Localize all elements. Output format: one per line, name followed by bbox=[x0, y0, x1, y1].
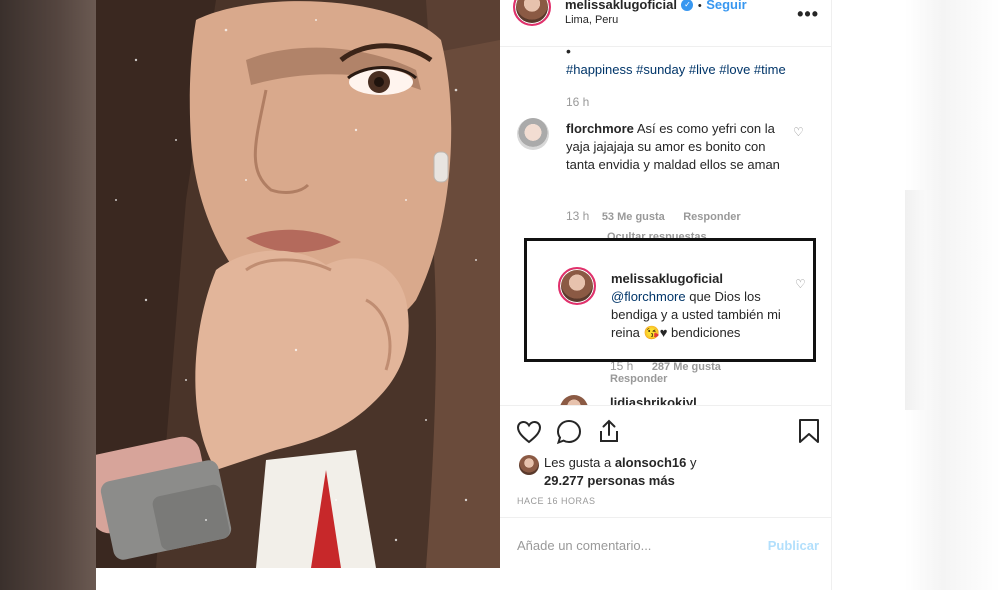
comment-body: florchmore Así es como yefri con la yaja… bbox=[566, 120, 781, 174]
reply-likes[interactable]: 287 Me gusta bbox=[652, 361, 721, 373]
verified-badge-icon: ✓ bbox=[681, 0, 694, 11]
comment-username[interactable]: florchmore bbox=[566, 121, 634, 136]
highlighted-reply: melissaklugoficial @florchmore que Dios … bbox=[524, 238, 816, 362]
caption-dot: • bbox=[566, 47, 571, 59]
like-reply-heart-icon[interactable]: ♡ bbox=[795, 277, 806, 291]
post-timestamp[interactable]: HACE 16 HORAS bbox=[517, 496, 596, 506]
reply-body: melissaklugoficial @florchmore que Dios … bbox=[611, 270, 786, 342]
add-comment-bar: Añade un comentario... Publicar bbox=[500, 517, 831, 574]
post-header: melissaklugoficial ✓ • Seguir Lima, Peru… bbox=[500, 0, 831, 47]
commenter-avatar[interactable] bbox=[517, 118, 549, 150]
comment-likes[interactable]: 53 Me gusta bbox=[602, 211, 665, 223]
reply-author-avatar[interactable] bbox=[558, 267, 596, 305]
page-bottom bbox=[96, 568, 500, 590]
reply-button[interactable]: Responder bbox=[683, 211, 740, 223]
like-heart-icon[interactable] bbox=[516, 420, 542, 444]
comment-meta: 13 h 53 Me gusta Responder bbox=[566, 207, 741, 225]
publish-button[interactable]: Publicar bbox=[768, 538, 819, 553]
more-options-icon[interactable]: ••• bbox=[797, 4, 819, 25]
next-commenter-avatar[interactable] bbox=[560, 395, 588, 405]
likes-count-link[interactable]: 29.277 personas más bbox=[544, 473, 675, 488]
reply-mention-link[interactable]: @florchmore bbox=[611, 289, 686, 304]
post-photo bbox=[96, 0, 500, 568]
likes-summary: Les gusta a alonsoch16 y 29.277 personas… bbox=[544, 454, 696, 490]
caption-hashtags[interactable]: #happiness #sunday #live #love #time bbox=[566, 62, 786, 77]
next-comment-username[interactable]: lidiashrikokiyl bbox=[610, 395, 697, 405]
reply-username[interactable]: melissaklugoficial bbox=[611, 271, 723, 286]
caption-time: 16 h bbox=[566, 95, 590, 109]
bookmark-icon[interactable] bbox=[798, 418, 820, 444]
comment-input[interactable]: Añade un comentario... bbox=[517, 538, 651, 553]
comment-bubble-icon[interactable] bbox=[556, 419, 582, 445]
background-shadow bbox=[905, 190, 925, 410]
comment-time: 13 h bbox=[566, 209, 590, 223]
photo-illustration bbox=[96, 0, 500, 568]
author-line: melissaklugoficial ✓ • Seguir bbox=[565, 0, 747, 14]
likes-suffix: y bbox=[686, 455, 697, 470]
author-avatar[interactable] bbox=[513, 0, 551, 26]
blurred-background-left bbox=[0, 0, 96, 590]
share-icon[interactable] bbox=[596, 418, 622, 444]
author-username[interactable]: melissaklugoficial bbox=[565, 0, 677, 12]
liker-avatar[interactable] bbox=[519, 455, 539, 475]
likes-prefix: Les gusta a bbox=[544, 455, 615, 470]
likes-user-link[interactable]: alonsoch16 bbox=[615, 455, 687, 470]
location-link[interactable]: Lima, Peru bbox=[565, 14, 618, 26]
post-actions: Les gusta a alonsoch16 y 29.277 personas… bbox=[500, 405, 831, 516]
separator-dot: • bbox=[697, 0, 702, 12]
like-comment-heart-icon[interactable]: ♡ bbox=[793, 125, 804, 139]
reply-reply-button[interactable]: Responder bbox=[610, 373, 667, 385]
follow-button[interactable]: Seguir bbox=[706, 0, 746, 12]
